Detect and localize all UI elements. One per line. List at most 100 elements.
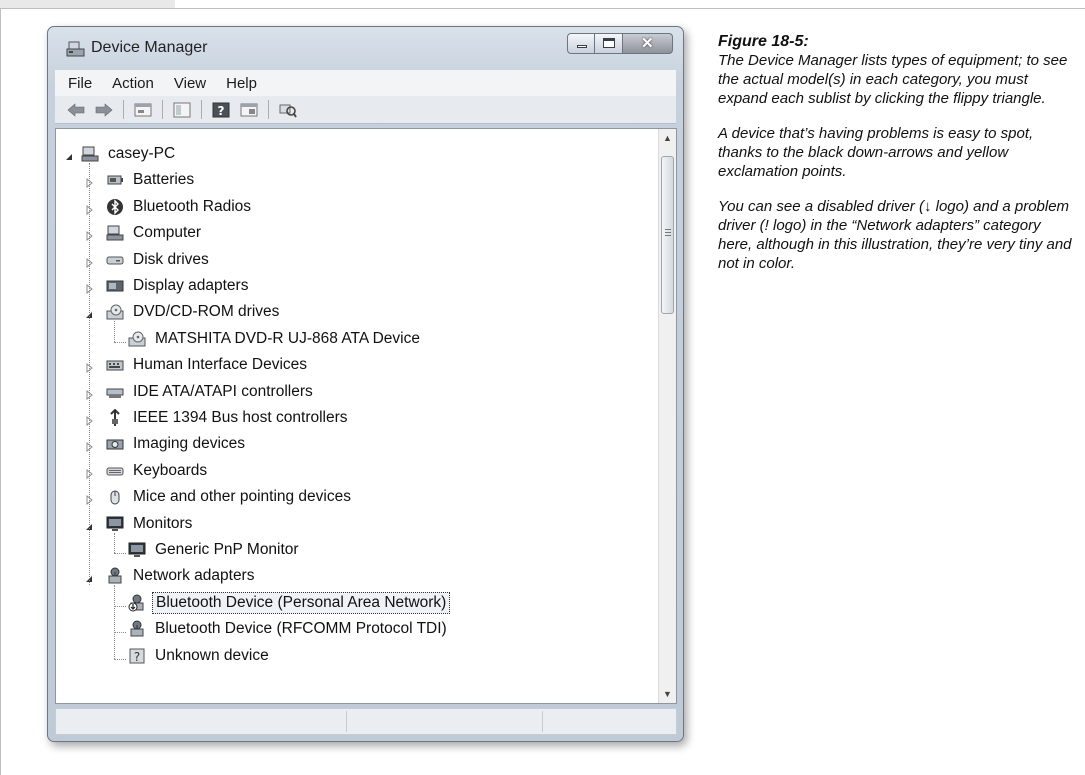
network-adapter-icon — [130, 620, 144, 637]
tree-row[interactable]: ? Unknown device — [128, 643, 272, 669]
tree-item-label: Monitors — [133, 514, 193, 532]
display-adapter-icon — [106, 280, 124, 292]
tree-row[interactable]: Network adapters — [86, 563, 257, 589]
tree-row[interactable]: Display adapters — [86, 273, 251, 299]
show-hide-tree-button[interactable] — [171, 100, 193, 120]
tree-connector — [114, 632, 126, 634]
figure-caption: Figure 18-5: The Device Manager lists ty… — [718, 32, 1073, 289]
toolbar: ? — [55, 96, 676, 124]
tree-item-label: Human Interface Devices — [133, 356, 308, 374]
vertical-scrollbar[interactable]: ▲ ▼ — [658, 129, 676, 703]
properties-icon — [134, 103, 152, 116]
toolbar-separator — [162, 100, 163, 119]
window-title: Device Manager — [91, 39, 208, 56]
tree-row[interactable]: Batteries — [86, 167, 197, 193]
tree-row[interactable]: IEEE 1394 Bus host controllers — [86, 405, 351, 431]
tree-row[interactable]: Monitors — [86, 511, 195, 537]
forward-button[interactable] — [93, 100, 115, 120]
menu-action[interactable]: Action — [112, 75, 154, 92]
tree-item-label: Disk drives — [133, 250, 209, 268]
window-controls: ✕ — [567, 33, 673, 54]
mouse-icon — [110, 490, 120, 505]
bluetooth-icon — [107, 198, 123, 215]
close-icon: ✕ — [641, 35, 654, 52]
title-bar[interactable]: Device Manager ✕ — [48, 27, 683, 67]
scan-hardware-icon — [279, 104, 297, 118]
properties-button[interactable] — [132, 100, 154, 120]
dvd-drive-icon — [128, 331, 146, 347]
maximize-icon — [603, 38, 615, 48]
caption-paragraph-2: A device that’s having problems is easy … — [718, 125, 1034, 180]
dvd-drive-icon — [106, 304, 124, 320]
details-pane-icon — [240, 103, 258, 116]
tree-item-label: IEEE 1394 Bus host controllers — [133, 409, 348, 426]
device-manager-window: Device Manager ✕ File Action View Help ? — [47, 26, 684, 742]
tree-connector — [114, 321, 115, 342]
tree-row[interactable]: MATSHITA DVD-R UJ-868 ATA Device — [128, 326, 423, 352]
scroll-thumb[interactable] — [661, 156, 674, 314]
expanded-triangle-icon[interactable] — [64, 149, 74, 160]
toolbar-separator — [201, 100, 202, 119]
device-manager-app-icon — [66, 40, 86, 63]
menu-file[interactable]: File — [68, 75, 92, 92]
tree-row[interactable]: IDE ATA/ATAPI controllers — [86, 379, 316, 405]
monitor-icon — [128, 542, 146, 557]
close-button[interactable]: ✕ — [623, 33, 673, 54]
tree-item-label: MATSHITA DVD-R UJ-868 ATA Device — [155, 329, 420, 347]
tree-item-label: Display adapters — [133, 277, 249, 294]
tree-row[interactable]: Imaging devices — [86, 431, 248, 457]
help-button[interactable]: ? — [210, 100, 232, 120]
tree-row[interactable]: Human Interface Devices — [86, 352, 310, 378]
details-pane-button[interactable] — [238, 100, 260, 120]
menu-bar: File Action View Help — [55, 70, 676, 96]
tree-item-label: Generic PnP Monitor — [155, 541, 299, 558]
menu-help[interactable]: Help — [226, 75, 257, 92]
menu-view[interactable]: View — [174, 75, 206, 92]
help-icon: ? — [212, 102, 230, 118]
page-tab-strip — [0, 0, 175, 8]
tree-item-label: IDE ATA/ATAPI controllers — [133, 382, 313, 400]
tree-row[interactable]: DVD/CD-ROM drives — [86, 299, 282, 325]
disabled-network-adapter-icon — [128, 594, 144, 612]
tree-connector — [89, 163, 90, 586]
ide-controller-icon — [106, 388, 124, 398]
tree-row[interactable]: casey-PC — [66, 141, 178, 167]
tree-row[interactable]: Bluetooth Device (RFCOMM Protocol TDI) — [128, 616, 450, 642]
tree-row[interactable]: Disk drives — [86, 247, 212, 273]
tree-item-label: Bluetooth Device (Personal Area Network) — [152, 591, 451, 614]
tree-item-label: Keyboards — [133, 461, 208, 479]
maximize-button[interactable] — [595, 33, 623, 54]
unknown-device-icon: ? — [129, 648, 145, 664]
monitor-icon — [106, 516, 124, 531]
tree-item-label: Batteries — [133, 171, 195, 189]
minimize-button[interactable] — [567, 33, 595, 54]
show-hide-tree-icon — [173, 102, 191, 117]
tree-item-label: casey-PC — [108, 145, 176, 162]
back-arrow-icon — [67, 102, 85, 117]
figure-title: Figure 18-5: — [718, 33, 809, 50]
tree-connector — [114, 605, 126, 607]
toolbar-separator — [268, 100, 269, 119]
scroll-up-arrow-icon[interactable]: ▲ — [663, 133, 672, 143]
tree-connector — [114, 341, 126, 343]
tree-connector — [114, 553, 126, 554]
tree-row[interactable]: Computer — [86, 220, 204, 246]
tree-row[interactable]: Bluetooth Device (Personal Area Network) — [128, 590, 451, 616]
forward-arrow-icon — [95, 102, 113, 117]
tree-row[interactable]: Keyboards — [86, 458, 210, 484]
tree-row[interactable]: Mice and other pointing devices — [86, 484, 354, 510]
battery-icon — [107, 175, 123, 185]
tree-item-label: Network adapters — [133, 567, 255, 585]
tree-item-label: Mice and other pointing devices — [133, 488, 351, 506]
tree-row[interactable]: Generic PnP Monitor — [128, 537, 302, 563]
back-button[interactable] — [65, 100, 87, 120]
tree-connector — [114, 585, 115, 659]
scroll-down-arrow-icon[interactable]: ▼ — [663, 689, 672, 699]
computer-icon — [81, 146, 99, 162]
hid-icon — [106, 360, 124, 371]
device-tree[interactable]: casey-PC Batteries Bluetooth Radios Compute… — [55, 128, 677, 704]
scan-hardware-button[interactable] — [277, 100, 299, 120]
tree-item-label: Bluetooth Device (RFCOMM Protocol TDI) — [155, 620, 447, 638]
tree-item-label: DVD/CD-ROM drives — [133, 303, 280, 321]
tree-row[interactable]: Bluetooth Radios — [86, 194, 254, 220]
